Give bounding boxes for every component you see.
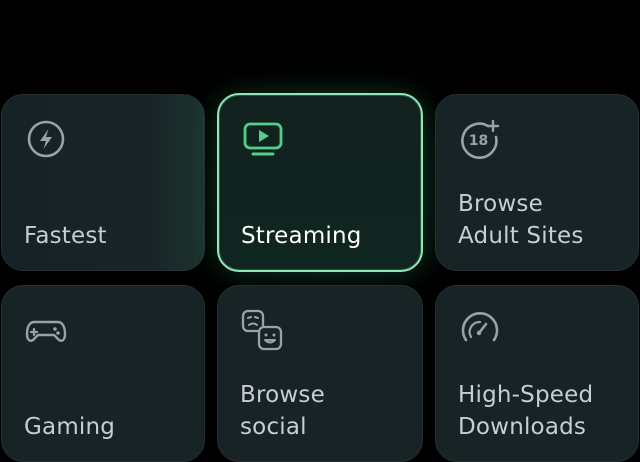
tile-label-fastest: Fastest [24, 223, 107, 249]
tile-label-adult-sites: Browse Adult Sites [458, 191, 584, 249]
eighteen-text: 18 [469, 133, 488, 149]
tile-label-high-speed-downloads: High-Speed Downloads [458, 382, 594, 440]
tile-streaming[interactable]: Streaming [217, 93, 423, 272]
emoji-faces-icon [240, 308, 284, 352]
tile-browse-social[interactable]: Browse social [217, 285, 423, 462]
tile-fastest[interactable]: Fastest [1, 94, 205, 271]
tile-label-streaming: Streaming [241, 223, 362, 249]
gamepad-icon [24, 308, 68, 352]
tile-high-speed-downloads[interactable]: High-Speed Downloads [435, 285, 639, 462]
tile-gaming[interactable]: Gaming [1, 285, 205, 462]
tile-label-gaming: Gaming [24, 414, 116, 440]
tile-label-browse-social: Browse social [240, 382, 325, 440]
lightning-icon [24, 117, 68, 161]
tile-adult-sites[interactable]: 18 Browse Adult Sites [435, 94, 639, 271]
speedometer-icon [458, 308, 502, 352]
profile-grid-screen: Fastest Streaming 18 Browse Adult Sites [0, 0, 640, 462]
tv-play-icon [241, 117, 285, 161]
eighteen-plus-icon: 18 [458, 117, 502, 161]
